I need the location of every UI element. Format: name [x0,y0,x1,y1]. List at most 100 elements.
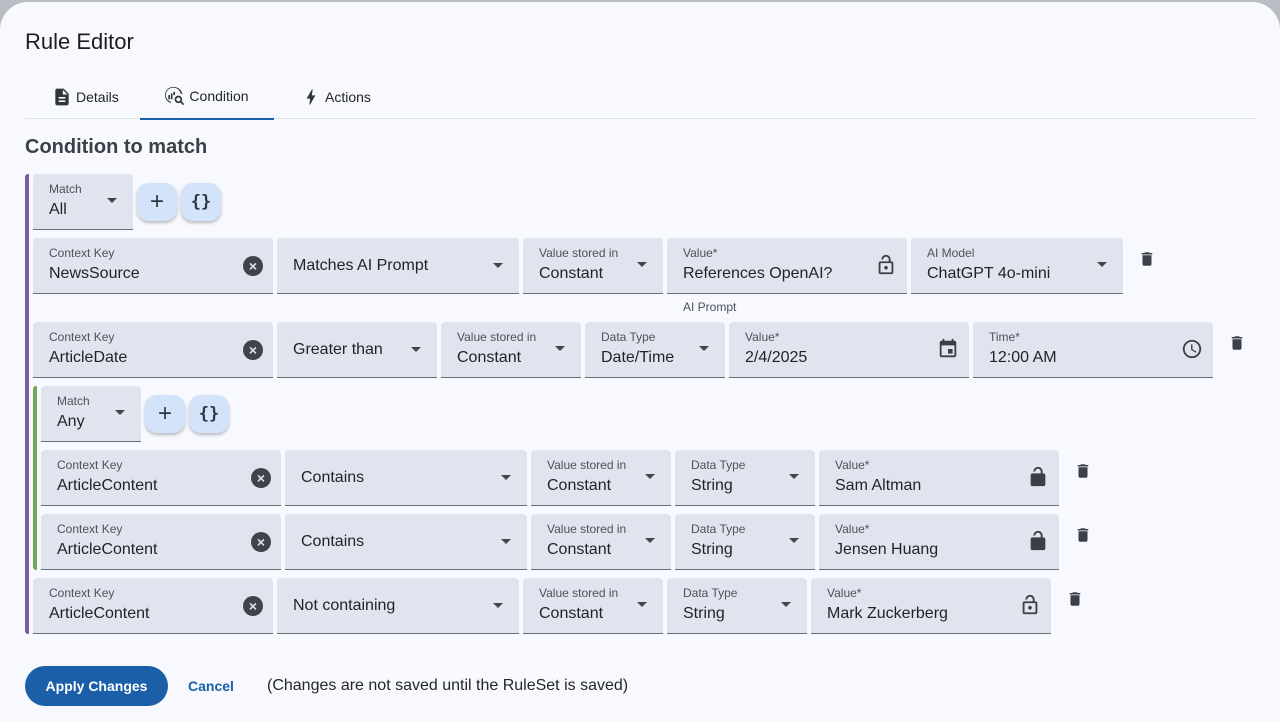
r3-value-text: Sam Altman [835,477,922,494]
inner-match-select[interactable]: Match Any [41,386,141,442]
r5-context-key-field[interactable]: Context Key ArticleContent × [33,578,273,634]
r1-operator-select[interactable]: Matches AI Prompt [277,238,519,294]
clear-icon[interactable]: × [243,340,263,360]
inner-add-condition-button[interactable]: + [145,395,185,433]
clear-icon[interactable]: × [251,532,271,552]
r1-operator-value: Matches AI Prompt [293,257,429,274]
inner-add-group-button[interactable]: {} [189,395,229,433]
r5-value-input[interactable]: Value* Mark Zuckerberg [811,578,1051,634]
r4-value-input[interactable]: Value* Jensen Huang [819,514,1059,570]
r2-context-key-label: Context Key [49,330,115,344]
r1-value-label: Value* [683,246,718,260]
r3-delete-icon[interactable] [1074,461,1092,481]
r5-data-type-select[interactable]: Data Type String [667,578,807,634]
chevron-down-icon [501,539,511,544]
r3-context-key-field[interactable]: Context Key ArticleContent × [41,450,281,506]
r2-operator-select[interactable]: Greater than [277,322,437,378]
r2-data-type-value: Date/Time [601,349,675,366]
r1-context-key-label: Context Key [49,246,115,260]
r1-stored-in-label: Value stored in [539,246,619,260]
r4-data-type-value: String [691,541,733,558]
chevron-down-icon [789,474,799,479]
chevron-down-icon [789,538,799,543]
tab-actions[interactable]: Actions [301,74,371,119]
lock-open-icon[interactable] [1027,466,1049,488]
lock-open-icon[interactable] [1027,530,1049,552]
r2-delete-icon[interactable] [1228,333,1246,353]
tab-details[interactable]: Details [52,74,119,119]
lock-open-icon[interactable] [1019,594,1041,616]
lock-open-icon[interactable] [875,254,897,276]
r2-stored-in-label: Value stored in [457,330,537,344]
plus-icon: + [149,188,164,215]
r4-context-key-field[interactable]: Context Key ArticleContent × [41,514,281,570]
r1-value-text: References OpenAI? [683,265,833,282]
r4-operator-select[interactable]: Contains [285,514,527,570]
r1-context-key-value: NewsSource [49,265,140,282]
r2-date-input[interactable]: Value* 2/4/2025 [729,322,969,378]
r2-data-type-select[interactable]: Data Type Date/Time [585,322,725,378]
r1-value-input[interactable]: Value* References OpenAI? [667,238,907,294]
braces-icon: {} [198,404,220,424]
r2-stored-in-select[interactable]: Value stored in Constant [441,322,581,378]
clock-icon[interactable] [1181,338,1203,360]
braces-icon: {} [190,192,212,212]
add-group-button[interactable]: {} [181,183,221,221]
r5-data-type-value: String [683,605,725,622]
chevron-down-icon [107,198,117,203]
chevron-down-icon [555,346,565,351]
chevron-down-icon [699,346,709,351]
r4-value-text: Jensen Huang [835,541,939,558]
clear-icon[interactable]: × [243,596,263,616]
chevron-down-icon [493,263,503,268]
outer-group-bar [25,174,29,634]
r2-time-value: 12:00 AM [989,349,1057,366]
r4-operator-value: Contains [301,533,365,550]
r3-stored-in-select[interactable]: Value stored in Constant [531,450,671,506]
dialog-title: Rule Editor [25,29,134,54]
chevron-down-icon [493,603,503,608]
bolt-icon [306,89,316,104]
r4-stored-in-select[interactable]: Value stored in Constant [531,514,671,570]
r2-time-label: Time* [989,330,1020,344]
r1-context-key-field[interactable]: Context Key NewsSource × [33,238,273,294]
r3-operator-select[interactable]: Contains [285,450,527,506]
calendar-icon[interactable] [937,338,959,360]
apply-changes-button[interactable]: Apply Changes [25,666,168,706]
chevron-down-icon [1097,262,1107,267]
r1-stored-in-select[interactable]: Value stored in Constant [523,238,663,294]
r4-value-label: Value* [835,522,870,536]
chevron-down-icon [637,262,647,267]
unsaved-note: (Changes are not saved until the RuleSet… [267,677,629,694]
chevron-down-icon [115,410,125,415]
r1-delete-icon[interactable] [1138,249,1156,269]
r3-data-type-select[interactable]: Data Type String [675,450,815,506]
cancel-button[interactable]: Cancel [188,678,234,694]
r2-context-key-field[interactable]: Context Key ArticleDate × [33,322,273,378]
r3-value-input[interactable]: Value* Sam Altman [819,450,1059,506]
r5-context-key-label: Context Key [49,586,115,600]
r5-stored-in-select[interactable]: Value stored in Constant [523,578,663,634]
r3-data-type-value: String [691,477,733,494]
tab-condition[interactable]: Condition [140,74,274,120]
clear-icon[interactable]: × [243,256,263,276]
r4-context-key-label: Context Key [57,522,123,536]
outer-match-value: All [49,201,67,218]
r5-stored-in-label: Value stored in [539,586,619,600]
r3-value-label: Value* [835,458,870,472]
r2-time-input[interactable]: Time* 12:00 AM [973,322,1213,378]
r1-ai-model-select[interactable]: AI Model ChatGPT 4o-mini [911,238,1123,294]
r5-delete-icon[interactable] [1066,589,1084,609]
rule-editor-dialog: Rule Editor Details Condition Actions Co… [0,2,1280,722]
r4-data-type-select[interactable]: Data Type String [675,514,815,570]
r4-delete-icon[interactable] [1074,525,1092,545]
r3-operator-value: Contains [301,469,365,486]
chevron-down-icon [411,347,421,352]
section-title: Condition to match [25,136,208,158]
outer-match-select[interactable]: Match All [33,174,133,230]
tab-details-label: Details [76,88,119,105]
r3-context-key-label: Context Key [57,458,123,472]
add-condition-button[interactable]: + [137,183,177,221]
r5-operator-select[interactable]: Not containing [277,578,519,634]
clear-icon[interactable]: × [251,468,271,488]
